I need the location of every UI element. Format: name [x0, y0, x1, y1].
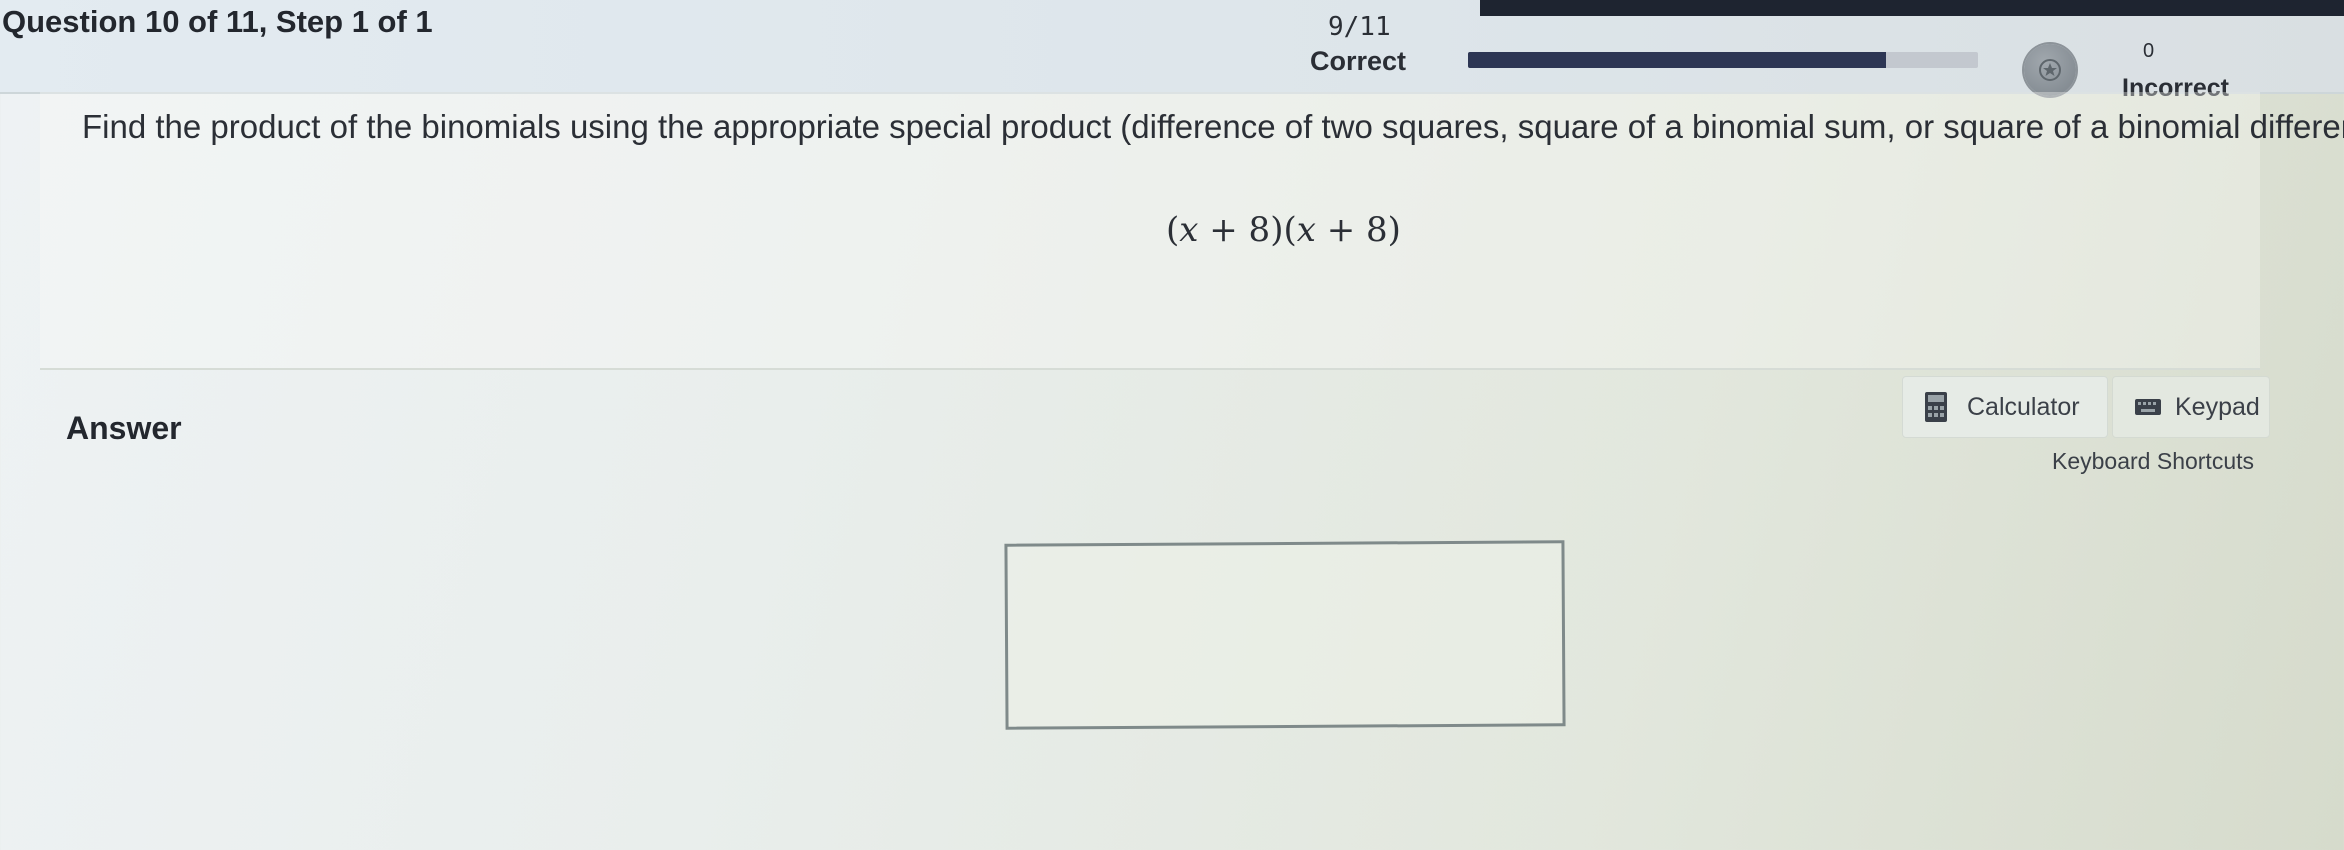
answer-label: Answer	[66, 410, 182, 446]
calculator-icon	[1925, 392, 1947, 422]
keyboard-icon	[2135, 399, 2161, 415]
progress-bar-fill	[1468, 52, 1887, 68]
correct-label: Correct	[1310, 46, 1407, 76]
top-bar-dark-strip	[1480, 0, 2344, 16]
question-prompt: Find the product of the binomials using …	[82, 108, 2344, 145]
expr-middle: + 8)(	[1198, 210, 1297, 250]
keypad-button[interactable]: Keypad	[2112, 376, 2270, 438]
progress-bar	[1468, 52, 1978, 68]
incorrect-count: 0	[2143, 40, 2155, 62]
medal-icon[interactable]	[2024, 44, 2076, 96]
keyboard-shortcuts-link[interactable]: Keyboard Shortcuts	[2052, 448, 2254, 475]
score-fraction: 9/11	[1328, 12, 1391, 42]
expr-variable-2: x	[1296, 210, 1316, 250]
math-expression: (x + 8)(x + 8)	[1166, 210, 1401, 250]
expr-close: + 8)	[1315, 210, 1401, 250]
question-step-label: Question 10 of 11, Step 1 of 1	[2, 4, 433, 39]
calculator-label: Calculator	[1967, 392, 2080, 421]
expr-variable-1: x	[1179, 210, 1199, 250]
answer-input[interactable]	[1004, 540, 1566, 730]
calculator-button[interactable]: Calculator	[1902, 376, 2108, 438]
expr-open: (	[1166, 210, 1180, 250]
medal-glyph	[2039, 59, 2061, 81]
keypad-label: Keypad	[2175, 392, 2260, 421]
